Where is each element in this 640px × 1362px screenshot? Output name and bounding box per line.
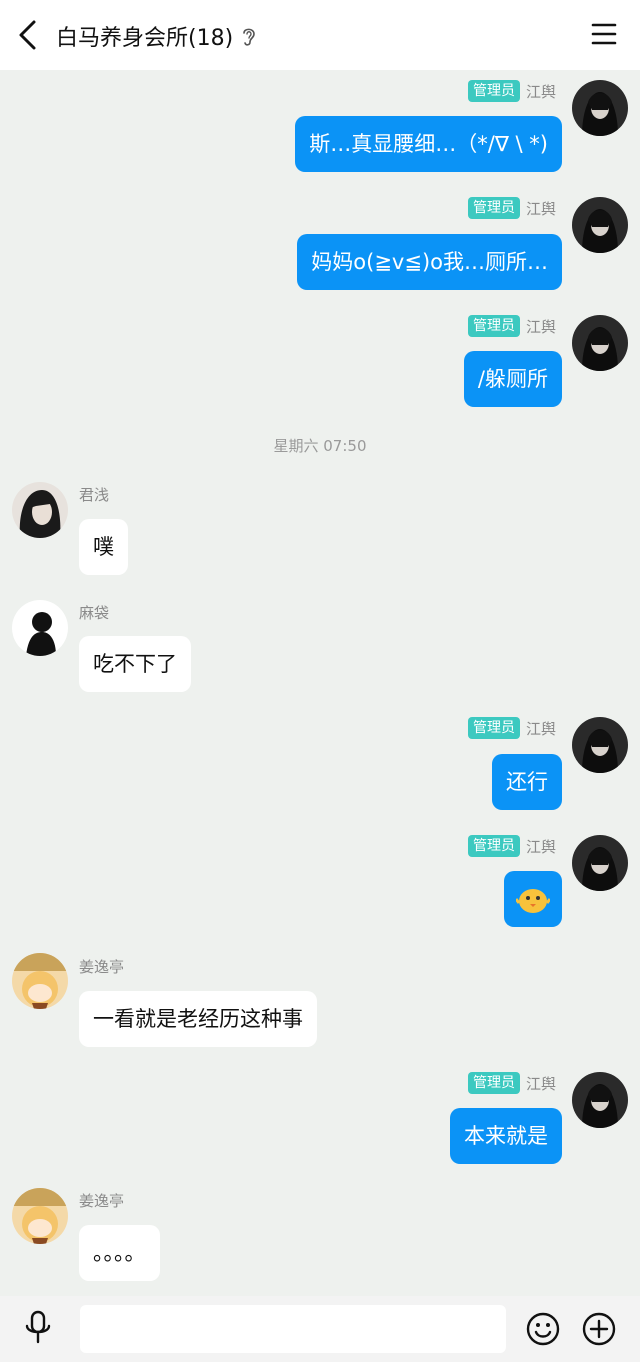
- avatar[interactable]: [572, 1072, 628, 1128]
- message-input[interactable]: [80, 1305, 506, 1353]
- message-meta: 管理员 江舆: [467, 315, 556, 337]
- chat-title-area[interactable]: 白马养身会所(18): [56, 20, 257, 52]
- sticker-bubble[interactable]: [504, 871, 562, 927]
- message-meta: 管理员 江舆: [467, 197, 556, 219]
- message-bubble[interactable]: 本来就是: [450, 1108, 562, 1164]
- sender-name: 江舆: [525, 82, 556, 101]
- sender-name: 江舆: [525, 1074, 556, 1093]
- message-bubble[interactable]: /躲厕所: [463, 351, 562, 407]
- microphone-icon[interactable]: [22, 1310, 54, 1346]
- time-divider: 星期六 07:50: [273, 437, 367, 455]
- avatar[interactable]: [572, 835, 628, 891]
- admin-badge: 管理员: [467, 1072, 520, 1094]
- message-meta: 管理员 江舆: [467, 717, 556, 739]
- message-meta: 管理员 江舆: [467, 1072, 556, 1094]
- sender-name: 麻袋: [79, 604, 110, 622]
- message-list[interactable]: 管理员 江舆 斯…真显腰细…（*/∇ \ *) 管理员 江舆 妈妈o(≧v≦)o…: [0, 70, 640, 1296]
- message-bubble[interactable]: 一看就是老经历这种事: [79, 991, 317, 1047]
- chat-title: 白马养身会所(18): [56, 26, 234, 51]
- avatar[interactable]: [572, 197, 628, 253]
- admin-badge: 管理员: [467, 835, 520, 857]
- message-bubble[interactable]: 。。。。: [79, 1225, 160, 1281]
- avatar[interactable]: [12, 953, 68, 1009]
- avatar[interactable]: [572, 717, 628, 773]
- message-bubble[interactable]: 吃不下了: [79, 636, 191, 692]
- avatar[interactable]: [12, 482, 68, 538]
- back-arrow-icon[interactable]: [14, 18, 42, 52]
- avatar[interactable]: [12, 600, 68, 656]
- avatar[interactable]: [12, 1188, 68, 1244]
- input-bar: [0, 1296, 640, 1362]
- sender-name: 君浅: [79, 486, 110, 504]
- avatar[interactable]: [572, 315, 628, 371]
- sender-name: 姜逸亭: [79, 958, 125, 976]
- sender-name: 江舆: [525, 199, 556, 218]
- message-bubble[interactable]: 还行: [492, 754, 562, 810]
- chick-sticker-icon: [516, 889, 550, 913]
- message-bubble[interactable]: 斯…真显腰细…（*/∇ \ *): [295, 116, 562, 172]
- chat-header: 白马养身会所(18): [0, 0, 640, 70]
- sender-name: 江舆: [525, 719, 556, 738]
- admin-badge: 管理员: [467, 197, 520, 219]
- sender-name: 姜逸亭: [79, 1192, 125, 1210]
- ear-icon: [243, 28, 255, 46]
- admin-badge: 管理员: [467, 315, 520, 337]
- sender-name: 江舆: [525, 837, 556, 856]
- message-bubble[interactable]: 妈妈o(≧v≦)o我…厕所…: [297, 234, 562, 290]
- plus-circle-icon[interactable]: [582, 1312, 616, 1346]
- menu-icon[interactable]: [590, 20, 618, 48]
- message-bubble[interactable]: 噗: [79, 519, 128, 575]
- avatar[interactable]: [572, 80, 628, 136]
- admin-badge: 管理员: [467, 717, 520, 739]
- message-meta: 管理员 江舆: [467, 80, 556, 102]
- sender-name: 江舆: [525, 317, 556, 336]
- message-meta: 管理员 江舆: [467, 835, 556, 857]
- admin-badge: 管理员: [467, 80, 520, 102]
- smiley-icon[interactable]: [526, 1312, 560, 1346]
